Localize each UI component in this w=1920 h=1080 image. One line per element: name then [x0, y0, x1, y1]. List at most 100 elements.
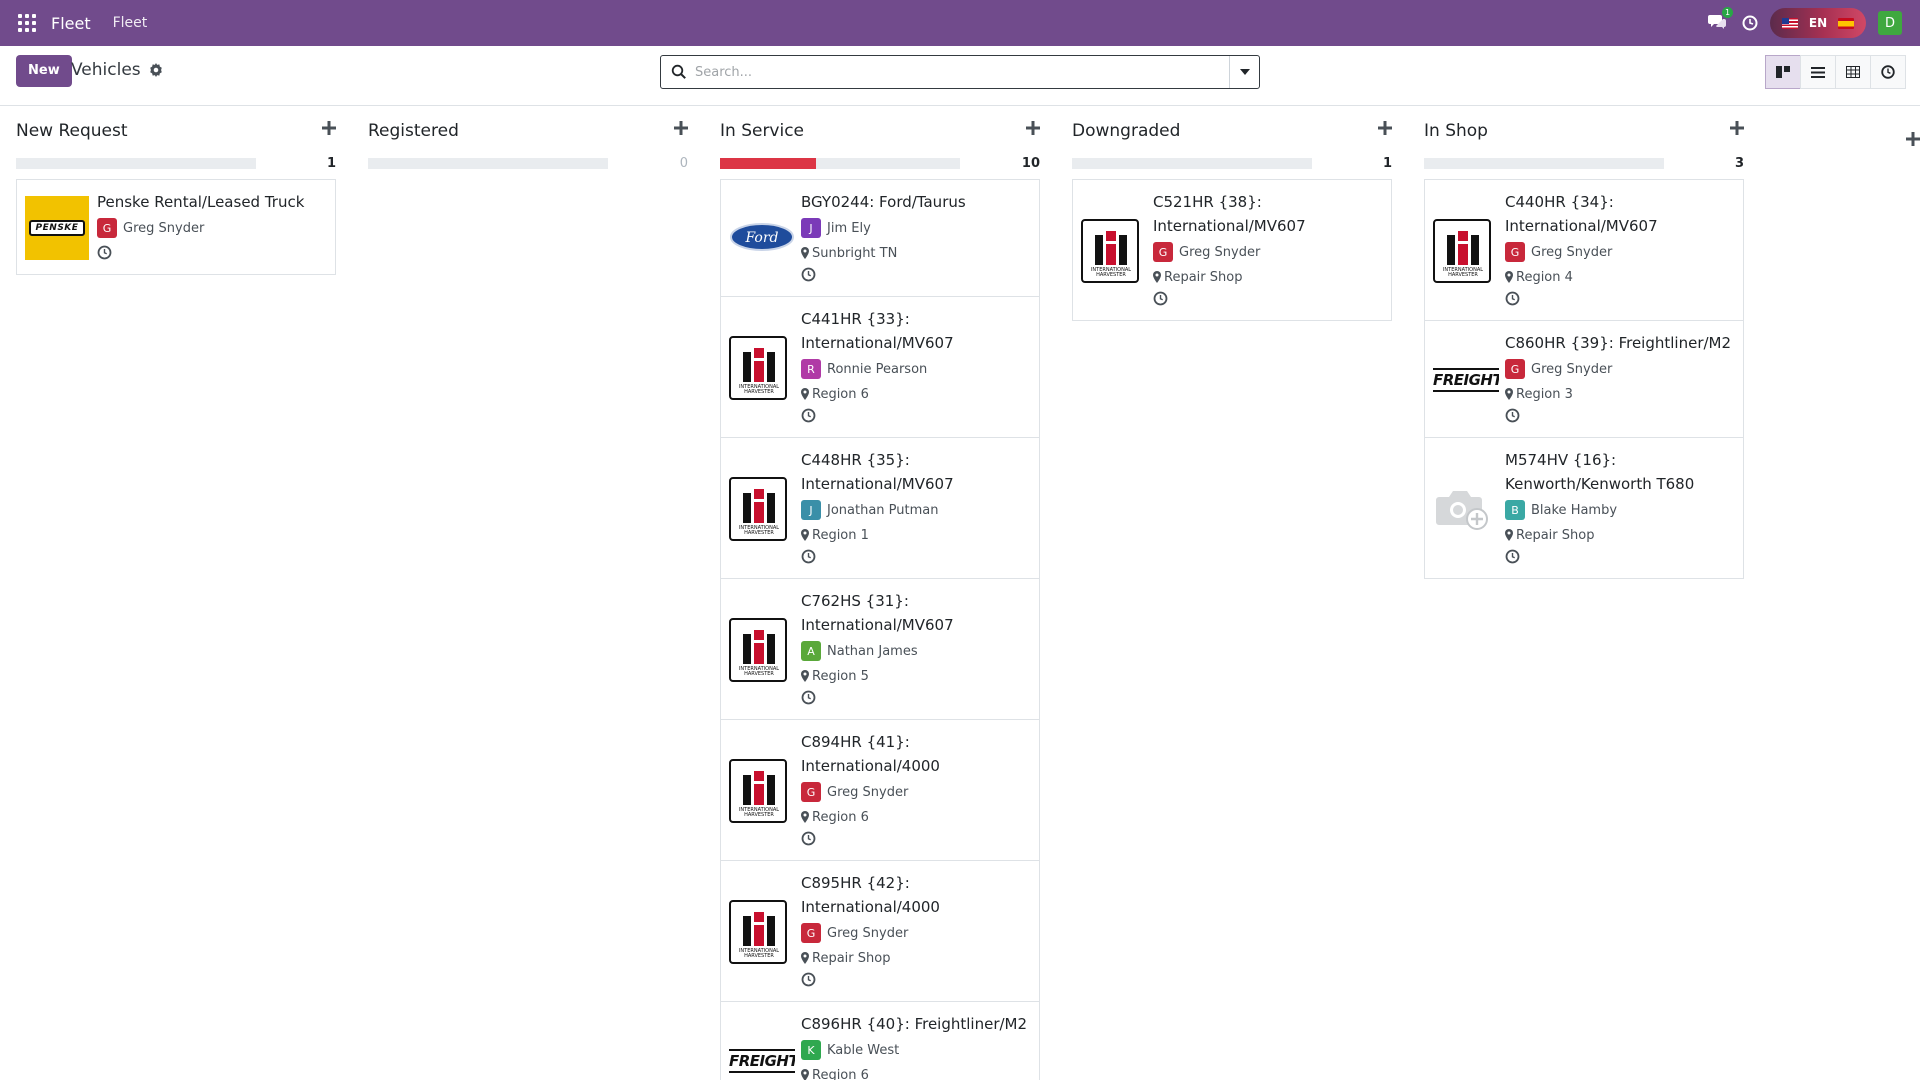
vehicle-name: C521HR {38}: International/MV607	[1153, 193, 1306, 235]
vehicle-card[interactable]: INTERNATIONAL HARVESTER C762HS {31}: Inte…	[721, 579, 1039, 720]
vehicle-location: Region 6	[801, 386, 1033, 402]
driver-name: Kable West	[827, 1042, 900, 1058]
driver-name: Nathan James	[827, 643, 918, 659]
vehicle-card[interactable]: INTERNATIONAL HARVESTER C895HR {42}: Inte…	[721, 861, 1039, 1002]
driver: B Blake Hamby	[1505, 499, 1737, 521]
column-title[interactable]: New Request	[16, 121, 128, 141]
activity-clock-icon[interactable]	[1505, 549, 1520, 564]
quick-create-icon[interactable]	[674, 121, 688, 135]
column-progress-bar[interactable]	[720, 158, 960, 169]
control-panel: New Vehicles	[0, 46, 1920, 106]
driver-avatar[interactable]: G	[97, 218, 117, 238]
vehicle-card[interactable]: PENSKE Penske Rental/Leased Truck G Greg Sn…	[17, 180, 335, 275]
vehicle-location: Region 4	[1505, 269, 1737, 285]
kanban-icon	[1776, 66, 1790, 78]
activity-clock-icon[interactable]	[801, 408, 816, 423]
driver-name: Greg Snyder	[1179, 244, 1261, 260]
driver-avatar[interactable]: J	[801, 218, 821, 238]
search-options-toggle[interactable]	[1229, 56, 1259, 88]
map-pin-icon	[1505, 271, 1513, 283]
column-header: Registered	[368, 107, 688, 145]
quick-create-icon[interactable]	[1378, 121, 1392, 135]
column-progress-bar[interactable]	[368, 158, 608, 169]
vehicle-card[interactable]: INTERNATIONAL HARVESTER C521HR {38}: Inte…	[1073, 180, 1391, 321]
driver-avatar[interactable]: A	[801, 641, 821, 661]
card-body: C440HR {34}: International/MV607 G Greg Sn…	[1505, 180, 1743, 320]
card-body: C762HS {31}: International/MV607 A Nathan …	[801, 579, 1039, 719]
vehicle-location: Region 1	[801, 527, 1033, 543]
quick-create-icon[interactable]	[1730, 121, 1744, 135]
menu-fleet[interactable]: Fleet	[113, 15, 148, 31]
vehicle-name: BGY0244: Ford/Taurus	[801, 193, 966, 211]
column-header: In Shop	[1424, 107, 1744, 145]
column-progress-bar[interactable]	[16, 158, 256, 169]
vehicle-card[interactable]: FREIGHTLINERC860HR {39}: Freightliner/M2…	[1425, 321, 1743, 438]
driver-avatar[interactable]: J	[801, 500, 821, 520]
quick-create-icon[interactable]	[1026, 121, 1040, 135]
driver-avatar[interactable]: R	[801, 359, 821, 379]
new-button[interactable]: New	[16, 55, 72, 87]
column-progress-bar[interactable]	[1072, 158, 1312, 169]
add-column-icon[interactable]	[1906, 132, 1920, 146]
activity-clock-icon[interactable]	[801, 267, 816, 282]
driver: J Jim Ely	[801, 217, 1033, 239]
driver-avatar[interactable]: B	[1505, 500, 1525, 520]
activity-clock-icon[interactable]	[801, 831, 816, 846]
driver-avatar[interactable]: G	[801, 782, 821, 802]
vehicle-image: PENSKE	[25, 196, 89, 260]
search-bar	[660, 55, 1260, 89]
vehicle-card[interactable]: INTERNATIONAL HARVESTER C894HR {41}: Inte…	[721, 720, 1039, 861]
quick-create-icon[interactable]	[322, 121, 336, 135]
map-pin-icon	[1505, 388, 1513, 400]
kanban-view-button[interactable]	[1765, 55, 1801, 89]
apps-menu-icon[interactable]	[18, 14, 36, 32]
language-switcher[interactable]: EN	[1770, 8, 1866, 38]
driver-avatar[interactable]: G	[801, 923, 821, 943]
map-pin-icon	[801, 1069, 809, 1080]
activity-clock-icon[interactable]	[1153, 291, 1168, 306]
clock-icon	[1881, 65, 1895, 79]
vehicle-card[interactable]: INTERNATIONAL HARVESTER C440HR {34}: Inte…	[1425, 180, 1743, 321]
map-pin-icon	[801, 529, 809, 541]
activity-clock-icon[interactable]	[1505, 291, 1520, 306]
vehicle-card[interactable]: M574HV {16}: Kenworth/Kenworth T680 B Blak…	[1425, 438, 1743, 579]
user-avatar[interactable]: D	[1878, 11, 1902, 35]
activity-clock-icon[interactable]	[801, 549, 816, 564]
driver: G Greg Snyder	[801, 922, 1033, 944]
activity-clock-icon[interactable]	[97, 245, 112, 260]
column-title[interactable]: Downgraded	[1072, 121, 1180, 141]
driver-avatar[interactable]: G	[1505, 359, 1525, 379]
activity-clock-icon[interactable]	[801, 690, 816, 705]
column-header: New Request	[16, 107, 336, 145]
column-title[interactable]: Registered	[368, 121, 459, 141]
driver-avatar[interactable]: K	[801, 1040, 821, 1060]
activity-clock-icon[interactable]	[801, 972, 816, 987]
driver-avatar[interactable]: G	[1153, 242, 1173, 262]
activity-clock-icon[interactable]	[1742, 15, 1758, 31]
vehicle-location: Repair Shop	[801, 950, 1033, 966]
card-body: Penske Rental/Leased Truck G Greg Snyder	[97, 180, 335, 274]
column-progress-bar[interactable]	[1424, 158, 1664, 169]
vehicle-image: INTERNATIONAL HARVESTER	[729, 336, 787, 400]
column-title[interactable]: In Service	[720, 121, 804, 141]
vehicle-image: INTERNATIONAL HARVESTER	[729, 900, 787, 964]
activity-clock-icon[interactable]	[1505, 408, 1520, 423]
app-brand[interactable]: Fleet	[51, 14, 91, 33]
pivot-view-button[interactable]	[1835, 55, 1871, 89]
vehicle-card[interactable]: FREIGHTLINERC896HR {40}: Freightliner/M2…	[721, 1002, 1039, 1080]
driver-name: Ronnie Pearson	[827, 361, 928, 377]
vehicle-name: C441HR {33}: International/MV607	[801, 310, 954, 352]
activity-view-button[interactable]	[1870, 55, 1906, 89]
vehicle-card[interactable]: Ford BGY0244: Ford/Taurus J Jim Ely Sunbrigh…	[721, 180, 1039, 297]
column-title[interactable]: In Shop	[1424, 121, 1488, 141]
search-input[interactable]	[695, 57, 1229, 87]
messaging-icon[interactable]: 1	[1708, 7, 1733, 32]
vehicle-card[interactable]: INTERNATIONAL HARVESTER C441HR {33}: Inte…	[721, 297, 1039, 438]
driver-name: Greg Snyder	[827, 784, 909, 800]
gear-icon[interactable]	[149, 63, 163, 77]
vehicle-image: Ford	[729, 221, 795, 257]
column-header: Downgraded	[1072, 107, 1392, 145]
list-view-button[interactable]	[1800, 55, 1836, 89]
driver-avatar[interactable]: G	[1505, 242, 1525, 262]
vehicle-card[interactable]: INTERNATIONAL HARVESTER C448HR {35}: Inte…	[721, 438, 1039, 579]
